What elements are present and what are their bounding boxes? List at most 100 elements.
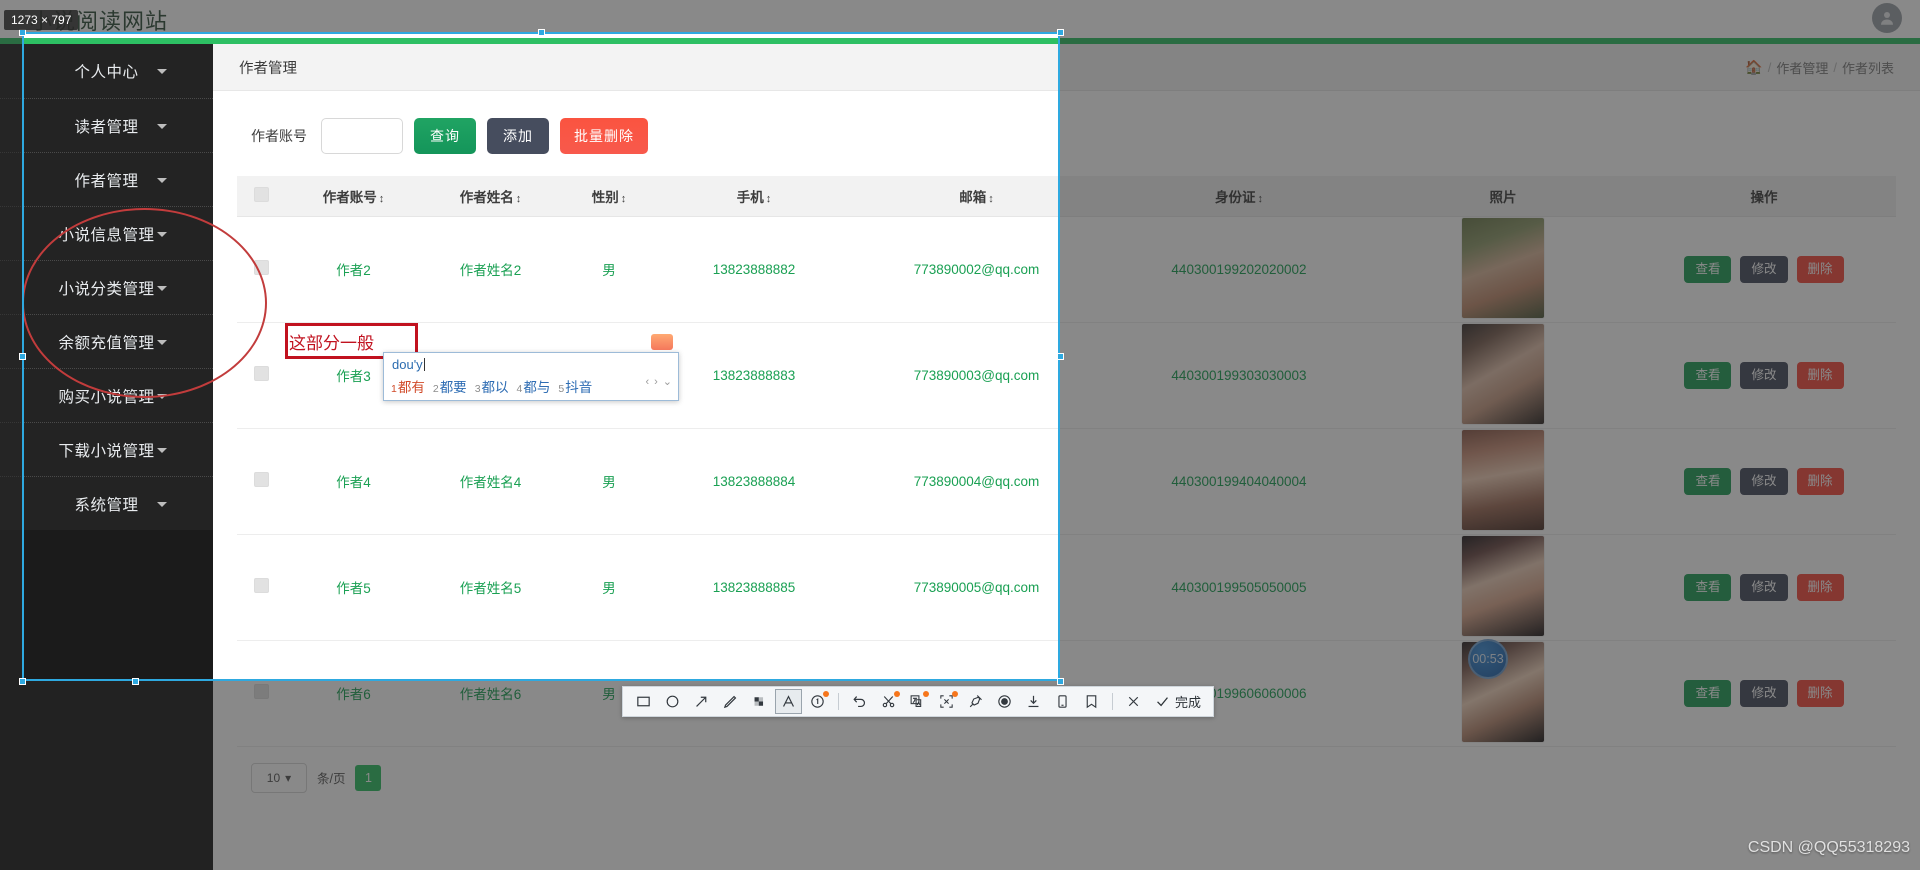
- sidebar-item-purchase-novel-management[interactable]: 购买小说管理: [0, 368, 213, 422]
- column-header-sex[interactable]: 性别 ↕: [559, 176, 659, 217]
- sidebar-item-novel-category-management[interactable]: 小说分类管理: [0, 260, 213, 314]
- sort-arrows-icon[interactable]: ↕: [988, 193, 994, 205]
- column-header-email[interactable]: 邮箱 ↕: [849, 176, 1104, 217]
- translate-icon[interactable]: [904, 689, 931, 714]
- cell-email: 773890005@qq.com: [849, 534, 1104, 641]
- sort-arrows-icon[interactable]: ↕: [1258, 193, 1264, 205]
- author-photo[interactable]: [1462, 323, 1544, 424]
- row-checkbox[interactable]: [253, 472, 269, 487]
- pin-icon[interactable]: [962, 689, 989, 714]
- arrow-icon[interactable]: [688, 689, 715, 714]
- column-header-name[interactable]: 作者姓名 ↕: [422, 176, 559, 217]
- edit-button[interactable]: 修改: [1740, 255, 1788, 283]
- cell-phone: 13823888885: [659, 534, 849, 641]
- edit-button[interactable]: 修改: [1740, 679, 1788, 707]
- add-button[interactable]: 添加: [487, 118, 549, 154]
- rectangle-icon[interactable]: [630, 689, 657, 714]
- author-photo[interactable]: [1462, 217, 1544, 318]
- sort-arrows-icon[interactable]: ↕: [766, 193, 772, 205]
- table-row[interactable]: 作者2 作者姓名2 男 13823888882 773890002@qq.com…: [237, 216, 1896, 323]
- sort-arrows-icon[interactable]: ↕: [621, 193, 627, 205]
- delete-button[interactable]: 删除: [1796, 573, 1844, 601]
- close-icon[interactable]: [1120, 689, 1147, 714]
- author-account-input[interactable]: [321, 118, 403, 154]
- sidebar-item-download-novel-management[interactable]: 下载小说管理: [0, 422, 213, 476]
- sidebar-item-author-management[interactable]: 作者管理: [0, 152, 213, 206]
- ime-candidate-2[interactable]: 2都要: [433, 376, 467, 396]
- ime-candidate-4[interactable]: 4都与: [517, 376, 551, 396]
- column-header-account[interactable]: 作者账号 ↕: [285, 176, 422, 217]
- cell-name: 作者姓名4: [422, 428, 559, 535]
- new-badge: [923, 691, 929, 697]
- red-box-annotation-text: 这部分一般: [289, 334, 374, 353]
- sidebar-item-novel-info-management[interactable]: 小说信息管理: [0, 206, 213, 260]
- ime-candidate-5[interactable]: 5抖音: [558, 376, 592, 396]
- chevron-left-icon[interactable]: ‹: [645, 376, 649, 388]
- column-header-phone[interactable]: 手机 ↕: [659, 176, 849, 217]
- query-button[interactable]: 查询: [414, 118, 476, 154]
- author-photo[interactable]: [1462, 535, 1544, 636]
- text-icon[interactable]: [775, 689, 802, 714]
- row-select-cell[interactable]: [237, 322, 285, 429]
- ellipse-icon[interactable]: [659, 689, 686, 714]
- page-size-select[interactable]: 10 ▾: [251, 762, 307, 793]
- record-icon[interactable]: [991, 689, 1018, 714]
- delete-button[interactable]: 删除: [1796, 467, 1844, 495]
- edit-button[interactable]: 修改: [1740, 361, 1788, 389]
- edit-button[interactable]: 修改: [1740, 573, 1788, 601]
- sidebar-item-reader-management[interactable]: 读者管理: [0, 98, 213, 152]
- table-row[interactable]: 作者5 作者姓名5 男 13823888885 773890005@qq.com…: [237, 534, 1896, 641]
- mosaic-icon[interactable]: [746, 689, 773, 714]
- row-select-cell[interactable]: [237, 216, 285, 323]
- ime-composition-text: dou'y: [392, 357, 423, 372]
- chevron-down-icon[interactable]: ⌄: [663, 375, 672, 388]
- row-select-cell[interactable]: [237, 428, 285, 535]
- ime-popup[interactable]: dou'y 1都有 2都要 3都以 4都与 5抖音 ‹ › ⌄: [383, 334, 679, 401]
- breadcrumb-item-author-management[interactable]: 作者管理: [1776, 58, 1828, 77]
- home-icon[interactable]: 🏠: [1745, 59, 1762, 76]
- view-button[interactable]: 查看: [1684, 255, 1732, 283]
- row-select-cell[interactable]: [237, 534, 285, 641]
- sort-arrows-icon[interactable]: ↕: [516, 193, 522, 205]
- view-button[interactable]: 查看: [1684, 361, 1732, 389]
- row-checkbox[interactable]: [253, 684, 269, 699]
- author-photo[interactable]: [1462, 429, 1544, 530]
- download-icon[interactable]: [1020, 689, 1047, 714]
- edit-button[interactable]: 修改: [1740, 467, 1788, 495]
- row-checkbox[interactable]: [253, 260, 269, 275]
- sort-arrows-icon[interactable]: ↕: [379, 193, 385, 205]
- send-to-phone-icon[interactable]: [1049, 689, 1076, 714]
- undo-icon[interactable]: [846, 689, 873, 714]
- chevron-right-icon[interactable]: ›: [654, 376, 658, 388]
- ime-candidate-1[interactable]: 1都有: [391, 376, 425, 396]
- row-actions: 查看 修改 删除: [1633, 361, 1895, 389]
- column-header-idcard[interactable]: 身份证 ↕: [1104, 176, 1374, 217]
- number-marker-icon[interactable]: [804, 689, 831, 714]
- delete-button[interactable]: 删除: [1796, 679, 1844, 707]
- row-select-cell[interactable]: [237, 640, 285, 747]
- select-all-checkbox[interactable]: [253, 186, 269, 202]
- table-row[interactable]: 作者4 作者姓名4 男 13823888884 773890004@qq.com…: [237, 428, 1896, 535]
- view-button[interactable]: 查看: [1684, 679, 1732, 707]
- done-button[interactable]: 完成: [1149, 692, 1206, 711]
- select-all-header[interactable]: [237, 176, 285, 217]
- sidebar-item-system-management[interactable]: 系统管理: [0, 476, 213, 530]
- batch-delete-button[interactable]: 批量删除: [560, 118, 648, 154]
- scissors-icon[interactable]: [875, 689, 902, 714]
- ime-candidate-list: 1都有 2都要 3都以 4都与 5抖音 ‹ › ⌄: [384, 374, 678, 396]
- ocr-extract-icon[interactable]: [933, 689, 960, 714]
- row-checkbox[interactable]: [253, 366, 269, 381]
- delete-button[interactable]: 删除: [1796, 255, 1844, 283]
- avatar[interactable]: [1872, 3, 1902, 33]
- sidebar-item-balance-recharge-management[interactable]: 余额充值管理: [0, 314, 213, 368]
- recording-timer[interactable]: 00:53: [1468, 639, 1508, 679]
- pagination-page-1[interactable]: 1: [355, 764, 382, 791]
- pen-icon[interactable]: [717, 689, 744, 714]
- view-button[interactable]: 查看: [1684, 467, 1732, 495]
- delete-button[interactable]: 删除: [1796, 361, 1844, 389]
- view-button[interactable]: 查看: [1684, 573, 1732, 601]
- row-checkbox[interactable]: [253, 578, 269, 593]
- ime-candidate-3[interactable]: 3都以: [475, 376, 509, 396]
- bookmark-icon[interactable]: [1078, 689, 1105, 714]
- sidebar-item-personal-center[interactable]: 个人中心: [0, 44, 213, 98]
